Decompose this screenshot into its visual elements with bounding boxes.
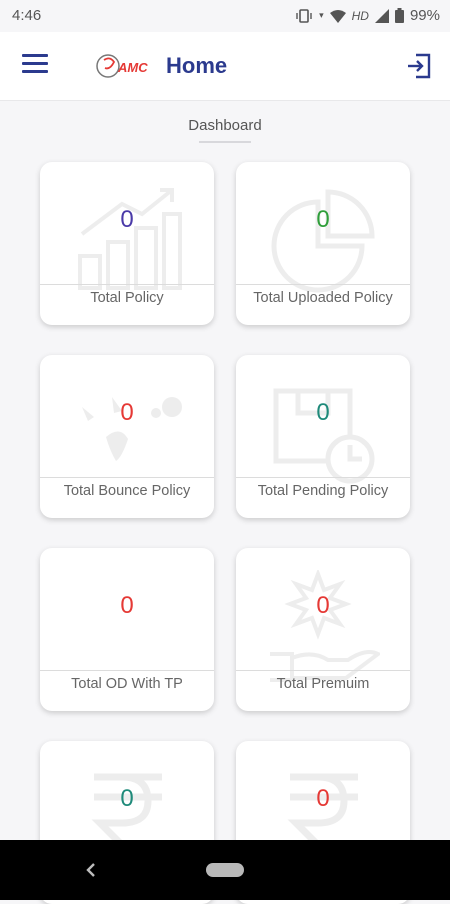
card-label: Total Bounce Policy: [63, 483, 191, 499]
card-divider: [40, 284, 214, 285]
card-total-premium[interactable]: 0 Total Premuim: [236, 548, 410, 711]
dashboard-underline: [199, 141, 251, 143]
back-icon[interactable]: [80, 858, 100, 882]
signal-icon: [374, 8, 389, 23]
bounce-icon: [82, 397, 182, 461]
hand-coin-icon: [270, 570, 380, 682]
card-total-policy[interactable]: 0 Total Policy: [40, 162, 214, 325]
card-divider: [236, 670, 410, 671]
svg-text:AMC: AMC: [117, 60, 148, 75]
card-total-uploaded-policy[interactable]: 0 Total Uploaded Policy: [236, 162, 410, 325]
amc-logo: AMC: [96, 54, 148, 78]
card-value: 0: [120, 399, 134, 426]
battery-icon: [394, 8, 404, 23]
dashboard-heading: Dashboard: [188, 117, 262, 134]
card-value: 0: [120, 206, 134, 233]
card-total-pending-policy[interactable]: 0 Total Pending Policy: [236, 355, 410, 518]
network-type: HD: [351, 8, 369, 23]
card-value: 0: [120, 785, 134, 812]
dashboard-cards-grid: 0 Total Policy 0 Total Uploaded Policy 0…: [40, 162, 412, 904]
status-bar: 4:46 ▾ HD 99%: [0, 0, 450, 32]
vibrate-icon: [296, 8, 312, 23]
status-time: 4:46: [12, 7, 42, 24]
hamburger-menu-icon[interactable]: [22, 54, 48, 78]
card-divider: [236, 477, 410, 478]
pending-clock-icon: [273, 388, 375, 484]
card-value: 0: [316, 399, 330, 426]
card-total-od-with-tp[interactable]: 0 Total OD With TP: [40, 548, 214, 711]
card-label: Total Policy: [90, 290, 164, 306]
card-value: 0: [316, 592, 330, 619]
page-title: Home: [166, 53, 228, 78]
card-value: 0: [316, 785, 330, 812]
system-nav-bar: [0, 840, 450, 900]
card-total-bounce-policy[interactable]: 0 Total Bounce Policy: [40, 355, 214, 518]
card-divider: [40, 670, 214, 671]
app-bar: AMC Home: [0, 32, 450, 101]
status-icons: ▾ HD 99%: [295, 7, 440, 24]
card-label: Total Premuim: [276, 676, 370, 692]
bar-chart-growth-icon: [78, 188, 182, 290]
card-value: 0: [120, 592, 134, 619]
battery-level: 99%: [409, 7, 440, 24]
logout-icon[interactable]: [406, 52, 432, 80]
card-value: 0: [316, 206, 330, 233]
home-pill-button[interactable]: [206, 863, 244, 877]
card-label: Total Pending Policy: [257, 483, 389, 499]
card-divider: [236, 284, 410, 285]
card-label: Total Uploaded Policy: [253, 290, 393, 306]
card-label: Total OD With TP: [71, 676, 183, 692]
wifi-icon: [329, 9, 346, 23]
pie-chart-icon: [271, 189, 375, 293]
card-divider: [40, 477, 214, 478]
